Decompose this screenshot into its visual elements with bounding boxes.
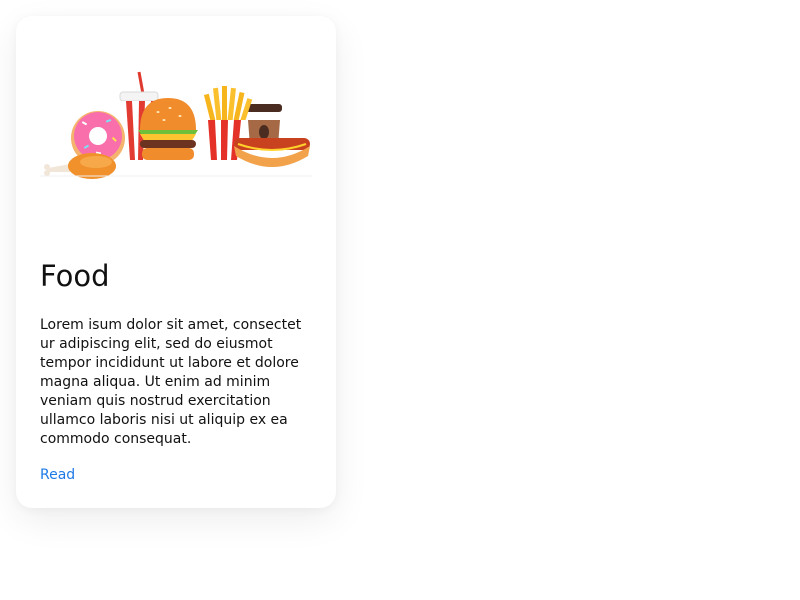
fast-food-illustration: [40, 71, 312, 179]
card-description: Lorem isum dolor sit amet, consectet ur …: [40, 317, 302, 447]
read-link[interactable]: Read: [40, 466, 75, 484]
burger-icon: [138, 98, 198, 160]
card-title: Food: [40, 259, 110, 293]
food-card: Food Lorem isum dolor sit amet, consecte…: [16, 16, 336, 508]
chicken-leg-icon: [44, 153, 116, 179]
coffee-cup-icon: [246, 104, 282, 160]
